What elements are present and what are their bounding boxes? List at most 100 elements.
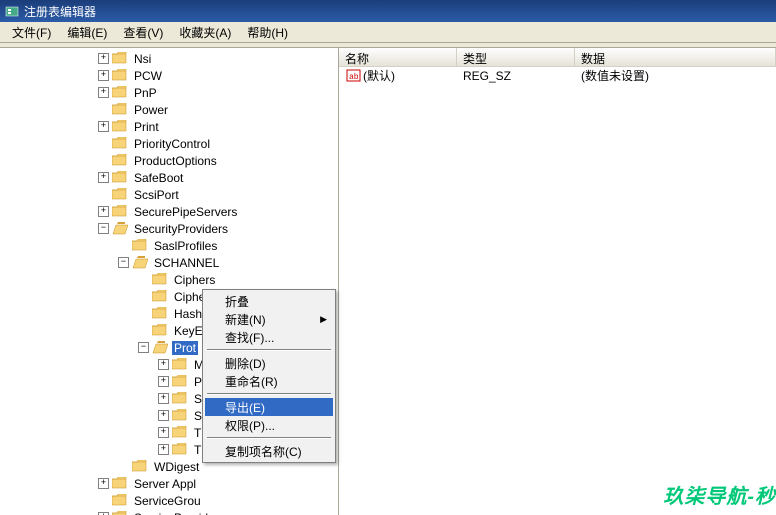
window-title: 注册表编辑器 xyxy=(24,3,96,20)
folder-icon xyxy=(172,375,188,388)
expand-toggle-icon[interactable]: + xyxy=(158,376,169,387)
folder-icon xyxy=(112,52,128,65)
tree-node-label[interactable]: Power xyxy=(132,103,170,117)
folder-icon xyxy=(112,188,128,201)
tree-node-label[interactable]: ServiceProvider xyxy=(132,511,221,515)
tree-node[interactable]: + Nsi xyxy=(2,50,338,67)
tree-node[interactable]: ServiceGrou xyxy=(2,492,338,509)
folder-icon xyxy=(132,460,148,473)
context-menu-item[interactable]: 重命名(R) xyxy=(205,372,333,390)
tree-connector xyxy=(138,325,149,336)
context-menu-item[interactable]: 复制项名称(C) xyxy=(205,442,333,460)
col-data[interactable]: 数据 xyxy=(575,48,776,66)
expand-toggle-icon[interactable]: + xyxy=(98,70,109,81)
menu-view[interactable]: 查看(V) xyxy=(115,22,171,43)
expand-toggle-icon[interactable]: + xyxy=(158,444,169,455)
tree-node-label[interactable]: Prot xyxy=(172,341,198,355)
tree-node[interactable]: PriorityControl xyxy=(2,135,338,152)
expand-toggle-icon[interactable]: + xyxy=(98,172,109,183)
tree-node-label[interactable]: Ciphers xyxy=(172,273,217,287)
expand-toggle-icon[interactable]: + xyxy=(158,393,169,404)
menu-edit[interactable]: 编辑(E) xyxy=(59,22,115,43)
tree-connector xyxy=(98,138,109,149)
context-menu-item[interactable]: 权限(P)... xyxy=(205,416,333,434)
value-type: REG_SZ xyxy=(457,68,575,84)
context-menu: 折叠新建(N)▶查找(F)... 删除(D)重命名(R) 导出(E)权限(P)...… xyxy=(202,289,336,463)
list-row[interactable]: ab (默认) REG_SZ (数值未设置) xyxy=(339,67,776,84)
tree-node[interactable]: + PCW xyxy=(2,67,338,84)
expand-toggle-icon[interactable]: + xyxy=(98,53,109,64)
tree-node-label[interactable]: PriorityControl xyxy=(132,137,212,151)
expand-toggle-icon[interactable]: + xyxy=(98,87,109,98)
tree-node[interactable]: Ciphers xyxy=(2,271,338,288)
expand-toggle-icon[interactable]: + xyxy=(98,206,109,217)
tree-node[interactable]: − SCHANNEL xyxy=(2,254,338,271)
tree-node-label[interactable]: PnP xyxy=(132,86,159,100)
tree-connector xyxy=(98,155,109,166)
tree-node[interactable]: + PnP xyxy=(2,84,338,101)
tree-node-label[interactable]: SaslProfiles xyxy=(152,239,219,253)
context-menu-item[interactable]: 查找(F)... xyxy=(205,328,333,346)
context-menu-item-label: 重命名(R) xyxy=(225,373,278,390)
tree-node-label[interactable]: SCHANNEL xyxy=(152,256,221,270)
tree-node-label[interactable]: PCW xyxy=(132,69,164,83)
tree-node[interactable]: Power xyxy=(2,101,338,118)
context-menu-separator xyxy=(207,349,331,351)
tree-node[interactable]: + Print xyxy=(2,118,338,135)
tree-node-label[interactable]: Server Appl xyxy=(132,477,198,491)
col-name[interactable]: 名称 xyxy=(339,48,457,66)
tree-node-label[interactable]: SecurePipeServers xyxy=(132,205,239,219)
context-menu-item[interactable]: 删除(D) xyxy=(205,354,333,372)
folder-icon xyxy=(112,120,128,133)
tree-node-label[interactable]: ScsiPort xyxy=(132,188,181,202)
tree-node-label[interactable]: Print xyxy=(132,120,161,134)
expand-toggle-icon[interactable]: + xyxy=(158,359,169,370)
collapse-toggle-icon[interactable]: − xyxy=(98,223,109,234)
context-menu-item-label: 折叠 xyxy=(225,293,249,310)
menu-help[interactable]: 帮助(H) xyxy=(239,22,296,43)
tree-node-label[interactable]: ProductOptions xyxy=(132,154,219,168)
expand-toggle-icon[interactable]: + xyxy=(158,427,169,438)
folder-icon xyxy=(112,171,128,184)
tree-node[interactable]: ScsiPort xyxy=(2,186,338,203)
context-menu-separator xyxy=(207,437,331,439)
expand-toggle-icon[interactable]: + xyxy=(158,410,169,421)
tree-node[interactable]: + SecurePipeServers xyxy=(2,203,338,220)
tree-node-label[interactable]: ServiceGrou xyxy=(132,494,203,508)
context-menu-item[interactable]: 折叠 xyxy=(205,292,333,310)
col-type[interactable]: 类型 xyxy=(457,48,575,66)
tree-node[interactable]: + SafeBoot xyxy=(2,169,338,186)
context-menu-item-label: 权限(P)... xyxy=(225,417,275,434)
context-menu-item[interactable]: 新建(N)▶ xyxy=(205,310,333,328)
context-menu-item-label: 删除(D) xyxy=(225,355,266,372)
tree-node[interactable]: SaslProfiles xyxy=(2,237,338,254)
folder-open-icon xyxy=(112,222,128,235)
tree-node[interactable]: +ServiceProvider xyxy=(2,509,338,515)
window-titlebar: 注册表编辑器 xyxy=(0,0,776,22)
expand-toggle-icon[interactable]: + xyxy=(98,121,109,132)
context-menu-item-label: 查找(F)... xyxy=(225,329,274,346)
folder-icon xyxy=(152,290,168,303)
context-menu-item[interactable]: 导出(E) xyxy=(205,398,333,416)
list-header: 名称 类型 数据 xyxy=(339,48,776,67)
folder-icon xyxy=(112,511,128,515)
tree-node[interactable]: ProductOptions xyxy=(2,152,338,169)
tree-node-label[interactable]: SafeBoot xyxy=(132,171,185,185)
folder-icon xyxy=(112,154,128,167)
folder-icon xyxy=(172,443,188,456)
tree-node[interactable]: − SecurityProviders xyxy=(2,220,338,237)
value-data: (数值未设置) xyxy=(575,67,776,85)
expand-toggle-icon[interactable]: + xyxy=(98,478,109,489)
tree-connector xyxy=(98,495,109,506)
folder-icon xyxy=(112,137,128,150)
menu-favorites[interactable]: 收藏夹(A) xyxy=(171,22,239,43)
collapse-toggle-icon[interactable]: − xyxy=(138,342,149,353)
tree-connector xyxy=(138,291,149,302)
collapse-toggle-icon[interactable]: − xyxy=(118,257,129,268)
menu-file[interactable]: 文件(F) xyxy=(4,22,59,43)
folder-open-icon xyxy=(152,341,168,354)
tree-node-label[interactable]: SecurityProviders xyxy=(132,222,230,236)
tree-node-label[interactable]: Nsi xyxy=(132,52,153,66)
tree-node[interactable]: + Server Appl xyxy=(2,475,338,492)
tree-node-label[interactable]: WDigest xyxy=(152,460,201,474)
